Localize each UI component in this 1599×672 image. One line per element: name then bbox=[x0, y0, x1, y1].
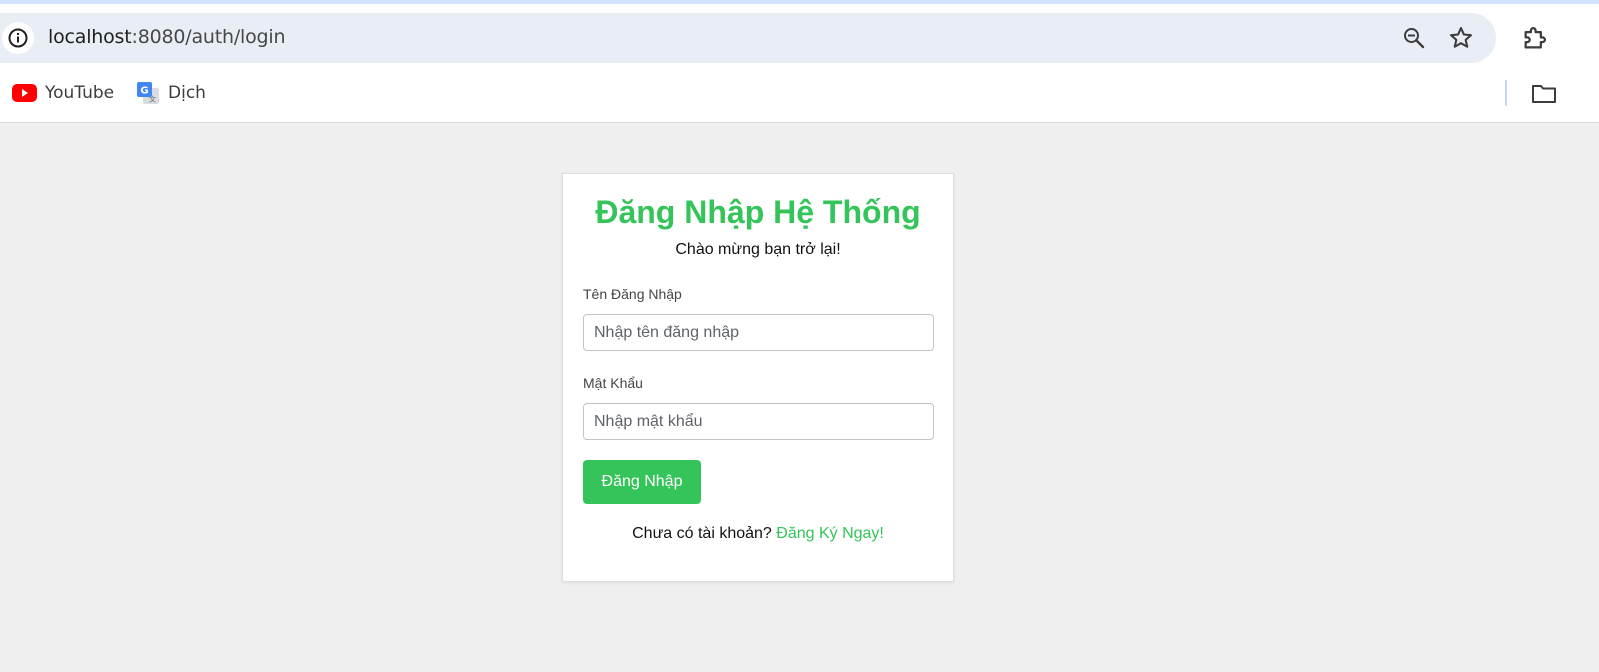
password-input[interactable] bbox=[583, 403, 934, 440]
register-prompt-line: Chưa có tài khoản? Đăng Ký Ngay! bbox=[563, 525, 953, 543]
bookmark-star-button[interactable] bbox=[1447, 24, 1475, 52]
login-title: Đăng Nhập Hệ Thống bbox=[595, 194, 921, 230]
username-input[interactable] bbox=[583, 314, 934, 351]
username-label: Tên Đăng Nhập bbox=[583, 286, 682, 302]
bookmark-translate[interactable]: G 文 Dịch bbox=[136, 76, 206, 110]
puzzle-icon bbox=[1524, 27, 1546, 49]
star-icon bbox=[1450, 27, 1472, 48]
svg-text:G: G bbox=[140, 86, 148, 97]
bookmark-youtube[interactable]: YouTube bbox=[12, 76, 114, 110]
password-label: Mật Khẩu bbox=[583, 375, 643, 391]
bookmark-label: Dịch bbox=[168, 83, 206, 103]
login-subtitle: Chào mừng bạn trở lại! bbox=[675, 241, 841, 258]
register-prompt: Chưa có tài khoản? bbox=[632, 525, 772, 542]
bookmark-label: YouTube bbox=[45, 83, 115, 103]
login-card: Đăng Nhập Hệ Thống Chào mừng bạn trở lại… bbox=[562, 173, 954, 582]
login-button[interactable]: Đăng Nhập bbox=[583, 460, 701, 504]
google-translate-icon: G 文 bbox=[137, 82, 159, 104]
url-path: :8080/auth/login bbox=[131, 26, 286, 48]
address-bar[interactable]: localhost:8080/auth/login bbox=[0, 13, 1496, 63]
bookmarks-divider bbox=[1505, 80, 1507, 106]
bookmarks-bar: YouTube G 文 Dịch bbox=[0, 76, 1599, 110]
info-icon bbox=[8, 28, 28, 48]
extensions-button[interactable] bbox=[1519, 22, 1551, 54]
site-info-button[interactable] bbox=[2, 22, 34, 54]
register-link[interactable]: Đăng Ký Ngay! bbox=[776, 525, 884, 542]
url-text[interactable]: localhost:8080/auth/login bbox=[48, 26, 286, 48]
zoom-out-icon bbox=[1404, 28, 1425, 49]
youtube-icon bbox=[12, 84, 37, 102]
browser-chrome: localhost:8080/auth/login YouTube G 文 Dị… bbox=[0, 4, 1599, 123]
svg-text:文: 文 bbox=[149, 95, 156, 104]
zoom-button[interactable] bbox=[1400, 24, 1428, 52]
url-host: localhost bbox=[48, 26, 132, 48]
folder-icon[interactable] bbox=[1530, 82, 1558, 106]
